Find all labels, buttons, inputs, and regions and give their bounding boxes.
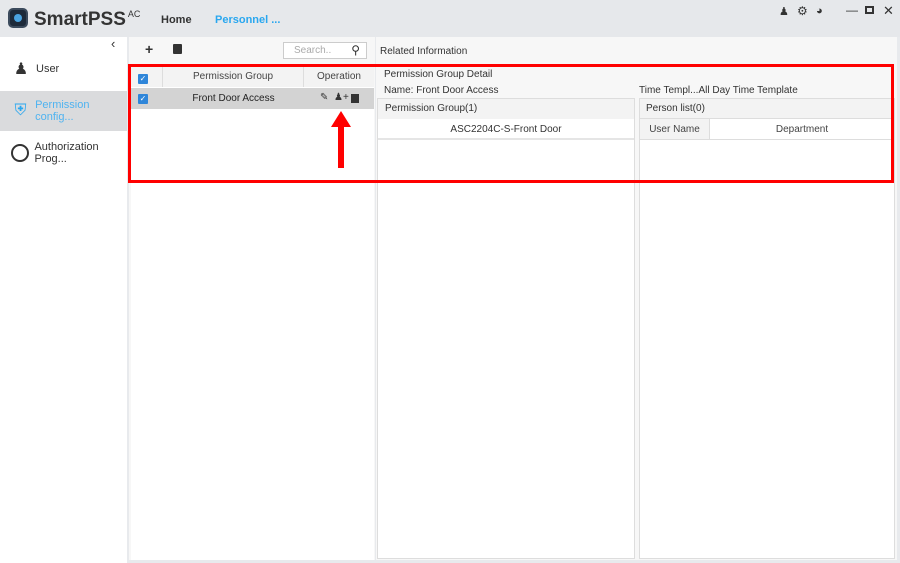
- sidebar-item-authorization[interactable]: Authorization Prog...: [0, 133, 127, 173]
- close-icon[interactable]: ✕: [883, 3, 894, 19]
- sidebar-item-user[interactable]: ♟ User: [0, 49, 127, 89]
- brand-suffix: AC: [127, 9, 141, 19]
- clock-icon: [10, 142, 30, 164]
- gauge-icon[interactable]: ◕: [816, 5, 823, 17]
- app-logo: [8, 8, 28, 28]
- highlight-box: [128, 64, 894, 183]
- sidebar-item-label: Authorization Prog...: [34, 141, 99, 165]
- minimize-icon[interactable]: —: [846, 3, 858, 17]
- user-gear-icon: ♟: [13, 61, 29, 78]
- search-icon[interactable]: ⚲: [351, 43, 360, 58]
- app-brand: SmartPSS AC: [34, 9, 140, 31]
- delete-icon[interactable]: [173, 44, 182, 54]
- tab-personnel[interactable]: Personnel ...: [215, 14, 280, 26]
- maximize-icon[interactable]: [865, 6, 874, 14]
- user-icon[interactable]: ♟: [779, 5, 789, 18]
- add-icon[interactable]: +: [145, 41, 153, 57]
- search-input[interactable]: Search.. ⚲: [283, 42, 367, 59]
- sidebar-item-permission-config[interactable]: ⛨ Permission config...: [0, 91, 127, 131]
- gear-icon[interactable]: ⚙: [797, 4, 808, 18]
- search-placeholder: Search..: [294, 45, 332, 56]
- sidebar-item-label: User: [36, 63, 60, 75]
- sidebar-item-label: Permission config...: [35, 99, 90, 123]
- tab-home[interactable]: Home: [161, 14, 192, 26]
- brand-name: SmartPSS: [34, 9, 126, 30]
- shield-key-icon: ⛨: [14, 102, 27, 119]
- related-title: Related Information: [380, 46, 468, 57]
